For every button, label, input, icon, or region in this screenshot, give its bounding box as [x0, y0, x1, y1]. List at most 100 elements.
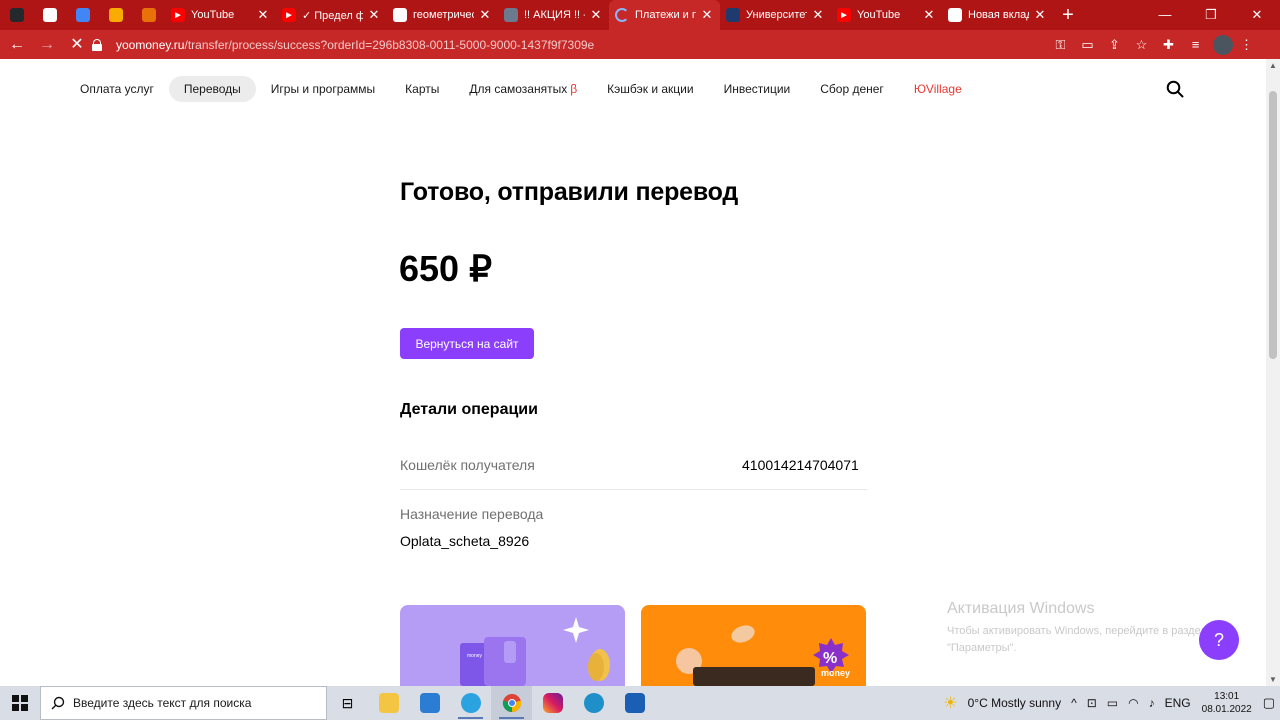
nav-item[interactable]: Игры и программы [256, 76, 390, 102]
browser-tab[interactable]: ▶ YouTube ✕ [165, 0, 276, 30]
taskbar-explorer[interactable] [368, 686, 409, 720]
tab-title: ✓ Предел фу [302, 9, 363, 22]
taskbar-clock[interactable]: 13:01 08.01.2022 [1202, 690, 1252, 716]
weather-text[interactable]: 0°C Mostly sunny [968, 696, 1062, 710]
movies-icon [624, 693, 645, 713]
volume-icon[interactable]: ♪ [1149, 696, 1155, 710]
taskbar-mail[interactable] [409, 686, 450, 720]
details-title: Детали операции [400, 401, 538, 418]
minimize-button[interactable]: — [1142, 0, 1188, 30]
browser-tab[interactable]: Университет ✕ [720, 0, 831, 30]
maximize-button[interactable]: ❐ [1188, 0, 1234, 30]
tab-title: YouTube [857, 9, 901, 21]
start-button[interactable] [0, 686, 40, 720]
notifications-icon[interactable]: ▢ [1263, 695, 1275, 711]
lock-icon[interactable] [92, 38, 102, 51]
profile-avatar[interactable] [1213, 34, 1233, 55]
taskbar-telegram[interactable] [450, 686, 491, 720]
stop-loading-icon[interactable]: ✕ [64, 32, 90, 58]
nav-item-label: ЮVillage [913, 82, 962, 96]
activation-watermark-title: Активация Windows [947, 600, 1095, 617]
tab-title: !! АКЦИЯ !! - [524, 9, 585, 21]
browser-tab[interactable] [132, 0, 165, 30]
url-text[interactable]: yoomoney.ru/transfer/process/success?ord… [116, 38, 594, 52]
details-divider [400, 489, 867, 490]
media-icon[interactable]: ≡ [1182, 37, 1209, 52]
close-tab-icon[interactable]: ✕ [1033, 7, 1047, 23]
loading-icon [615, 8, 629, 22]
battery-icon[interactable]: ▭ [1107, 696, 1118, 710]
nav-item[interactable]: Инвестиции [709, 76, 806, 102]
search-icon[interactable] [1166, 80, 1184, 98]
nav-item[interactable]: Кэшбэк и акции [592, 76, 708, 102]
telegram-icon [460, 693, 481, 713]
task-view-icon: ⊟ [341, 694, 354, 711]
close-window-button[interactable]: ✕ [1234, 0, 1280, 30]
browser-tab[interactable]: геометричес ✕ [387, 0, 498, 30]
share-icon[interactable]: ⇪ [1101, 37, 1128, 53]
taskbar-chrome[interactable] [491, 686, 532, 720]
card-brand-text: money [467, 653, 483, 659]
nav-item[interactable]: Оплата услуг [65, 76, 169, 102]
weather-icon[interactable]: ☀ [943, 693, 957, 713]
percent-badge: % [823, 650, 837, 667]
scrollbar-thumb[interactable] [1269, 91, 1277, 359]
help-button[interactable]: ? [1199, 620, 1239, 660]
extensions-icon[interactable]: ✚ [1155, 37, 1182, 53]
browser-tab[interactable] [0, 0, 33, 30]
scroll-down-icon[interactable]: ▼ [1266, 675, 1280, 684]
task-view-button[interactable]: ⊟ [327, 686, 368, 720]
close-tab-icon[interactable]: ✕ [700, 7, 714, 23]
taskbar-edge[interactable] [573, 686, 614, 720]
university-icon [726, 8, 740, 22]
browser-tab[interactable]: ▶ ✓ Предел фу ✕ [276, 0, 387, 30]
taskbar-instagram[interactable] [532, 686, 573, 720]
network-tray-icon[interactable]: ⊡ [1087, 696, 1097, 710]
promo-card-wallet[interactable]: money [400, 605, 625, 686]
promo-card-cashback[interactable]: money % [641, 605, 866, 686]
browser-tab[interactable]: ▶ YouTube ✕ [831, 0, 942, 30]
instagram-icon [542, 693, 563, 713]
nav-item[interactable]: ЮVillage [899, 76, 977, 102]
wallet-value: 410014214704071 [742, 457, 859, 473]
chevron-up-icon[interactable]: ^ [1071, 696, 1077, 710]
nav-item[interactable]: Карты [390, 76, 454, 102]
nav-item[interactable]: Переводы [168, 76, 256, 102]
forward-arrow-icon[interactable]: → [34, 32, 60, 58]
close-tab-icon[interactable]: ✕ [256, 7, 270, 23]
nav-item-label: Инвестиции [723, 82, 791, 96]
browser-tab[interactable] [66, 0, 99, 30]
youtube-icon: ▶ [837, 8, 851, 22]
windows-logo-icon [12, 695, 28, 711]
page-scrollbar[interactable]: ▲ ▼ [1266, 59, 1280, 686]
wifi-icon[interactable]: ◠ [1128, 696, 1138, 710]
browser-tab[interactable]: Новая вклад ✕ [942, 0, 1053, 30]
card-icon[interactable]: ▭ [1074, 37, 1101, 53]
nav-item[interactable]: Сбор денег [805, 76, 899, 102]
bookmark-star-icon[interactable]: ☆ [1128, 37, 1155, 53]
tab-title: Новая вклад [968, 9, 1029, 21]
tab-title: геометричес [413, 9, 474, 21]
nav-item[interactable]: Для самозанятых β [454, 76, 592, 102]
return-to-site-button[interactable]: Вернуться на сайт [400, 328, 534, 359]
scroll-up-icon[interactable]: ▲ [1266, 61, 1280, 70]
key-icon[interactable]: ⚿ [1047, 37, 1074, 53]
browser-tab[interactable] [33, 0, 66, 30]
tab-active[interactable]: Платежи и п ✕ [609, 0, 720, 30]
new-tab-button[interactable]: + [1053, 0, 1083, 30]
menu-dots-icon[interactable]: ⋮ [1233, 37, 1260, 53]
system-tray: ☀ 0°C Mostly sunny ^ ⊡ ▭ ◠ ♪ ENG 13:01 0… [938, 686, 1280, 720]
back-arrow-icon[interactable]: ← [4, 32, 30, 58]
close-tab-icon[interactable]: ✕ [922, 7, 936, 23]
browser-tab[interactable] [99, 0, 132, 30]
close-tab-icon[interactable]: ✕ [589, 7, 603, 23]
browser-tab[interactable]: !! АКЦИЯ !! - ✕ [498, 0, 609, 30]
nav-item-label: Оплата услуг [80, 82, 154, 96]
chrome-icon [948, 8, 962, 22]
language-indicator[interactable]: ENG [1165, 696, 1191, 710]
taskbar-search-box[interactable]: Введите здесь текст для поиска [40, 686, 327, 720]
close-tab-icon[interactable]: ✕ [811, 7, 825, 23]
close-tab-icon[interactable]: ✕ [367, 7, 381, 23]
close-tab-icon[interactable]: ✕ [478, 7, 492, 23]
taskbar-movies[interactable] [614, 686, 655, 720]
